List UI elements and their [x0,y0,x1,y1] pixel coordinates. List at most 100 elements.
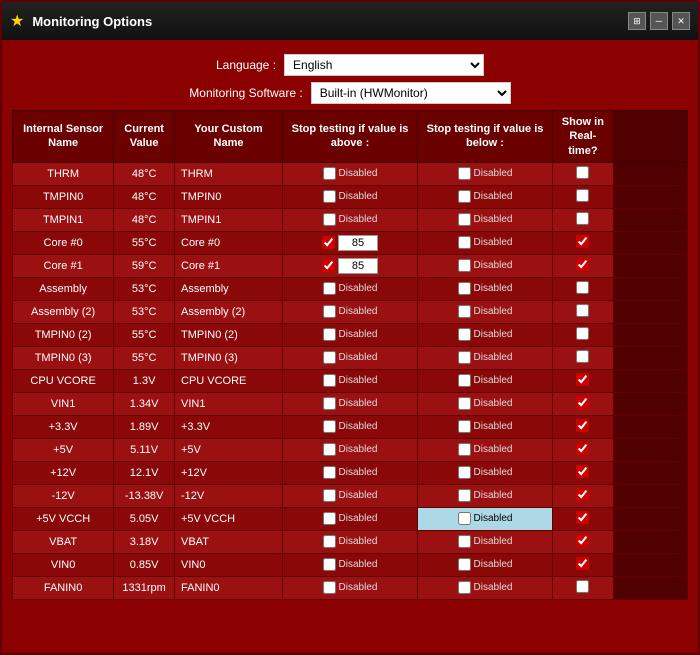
stop-below-cell: Disabled [418,369,553,392]
stop-above-cell: Disabled [283,185,418,208]
below-checkbox[interactable] [458,512,471,525]
below-checkbox[interactable] [458,581,471,594]
current-value-cell: 5.11V [114,438,175,461]
show-checkbox[interactable] [576,511,589,524]
monitoring-software-select[interactable]: Built-in (HWMonitor) HWMonitor SpeedFan [311,82,511,104]
above-checkbox[interactable] [323,374,336,387]
show-realtime-cell [553,484,614,507]
show-realtime-cell [553,553,614,576]
custom-name-cell: +5V [175,438,283,461]
sensor-name-cell: VIN0 [13,553,114,576]
below-checkbox[interactable] [458,489,471,502]
show-checkbox[interactable] [576,327,589,340]
below-checkbox[interactable] [458,397,471,410]
sensor-name-cell: +5V [13,438,114,461]
above-value-input[interactable] [338,235,378,251]
show-checkbox[interactable] [576,166,589,179]
show-checkbox[interactable] [576,235,589,248]
show-checkbox[interactable] [576,488,589,501]
below-checkbox[interactable] [458,236,471,249]
above-checkbox[interactable] [323,282,336,295]
below-checkbox[interactable] [458,259,471,272]
below-value-label: Disabled [474,283,513,294]
show-realtime-cell [553,438,614,461]
below-checkbox[interactable] [458,328,471,341]
above-checkbox[interactable] [323,351,336,364]
below-value-label: Disabled [474,467,513,478]
stop-below-cell: Disabled [418,576,553,599]
above-checkbox[interactable] [323,328,336,341]
above-value-label: Disabled [339,490,378,501]
stop-below-cell: Disabled [418,300,553,323]
close-button[interactable]: ✕ [672,12,690,30]
below-checkbox[interactable] [458,167,471,180]
stop-above-cell: Disabled [283,461,418,484]
current-value-cell: 0.85V [114,553,175,576]
show-checkbox[interactable] [576,373,589,386]
show-checkbox[interactable] [576,580,589,593]
show-checkbox[interactable] [576,534,589,547]
scroll-cell [613,185,687,208]
scroll-cell [613,369,687,392]
below-checkbox[interactable] [458,558,471,571]
below-checkbox[interactable] [458,535,471,548]
above-checkbox[interactable] [323,420,336,433]
below-checkbox[interactable] [458,443,471,456]
above-checkbox[interactable] [323,305,336,318]
show-checkbox[interactable] [576,396,589,409]
sensor-name-cell: +5V VCCH [13,507,114,530]
star-icon: ★ [10,11,24,31]
stop-below-cell: Disabled [418,277,553,300]
restore-button[interactable]: ⊞ [628,12,646,30]
below-checkbox[interactable] [458,282,471,295]
sensor-name-cell: +12V [13,461,114,484]
below-checkbox[interactable] [458,305,471,318]
above-value-input[interactable] [338,258,378,274]
above-checkbox[interactable] [323,167,336,180]
current-value-cell: -13.38V [114,484,175,507]
show-checkbox[interactable] [576,258,589,271]
header-scroll [613,111,687,163]
custom-name-cell: VIN0 [175,553,283,576]
below-checkbox[interactable] [458,420,471,433]
custom-name-cell: Assembly [175,277,283,300]
above-checkbox[interactable] [323,397,336,410]
above-checkbox[interactable] [323,535,336,548]
table-row: +12V12.1V+12VDisabledDisabled [13,461,688,484]
show-realtime-cell [553,323,614,346]
show-checkbox[interactable] [576,281,589,294]
above-checkbox[interactable] [323,558,336,571]
custom-name-cell: TMPIN0 (2) [175,323,283,346]
above-value-label: Disabled [339,398,378,409]
below-checkbox[interactable] [458,374,471,387]
monitoring-software-label: Monitoring Software : [189,86,302,100]
above-checkbox[interactable] [323,512,336,525]
monitoring-table: Internal Sensor Name Current Value Your … [12,110,688,600]
show-checkbox[interactable] [576,419,589,432]
show-checkbox[interactable] [576,212,589,225]
show-checkbox[interactable] [576,442,589,455]
above-checkbox[interactable] [323,466,336,479]
below-checkbox[interactable] [458,213,471,226]
stop-below-cell: Disabled [418,185,553,208]
below-checkbox[interactable] [458,351,471,364]
above-checkbox[interactable] [323,489,336,502]
stop-above-cell: Disabled [283,323,418,346]
above-checkbox[interactable] [323,213,336,226]
above-checkbox[interactable] [323,443,336,456]
below-checkbox[interactable] [458,190,471,203]
table-row: Core #055°CCore #0Disabled [13,231,688,254]
show-checkbox[interactable] [576,304,589,317]
show-checkbox[interactable] [576,350,589,363]
above-checkbox[interactable] [323,581,336,594]
above-checkbox[interactable] [322,236,335,249]
show-checkbox[interactable] [576,557,589,570]
above-checkbox[interactable] [323,190,336,203]
minimize-button[interactable]: ─ [650,12,668,30]
show-checkbox[interactable] [576,189,589,202]
show-checkbox[interactable] [576,465,589,478]
above-checkbox[interactable] [322,259,335,272]
main-window: ★ Monitoring Options ⊞ ─ ✕ Language : En… [0,0,700,655]
below-checkbox[interactable] [458,466,471,479]
language-select[interactable]: English French German Spanish [284,54,484,76]
